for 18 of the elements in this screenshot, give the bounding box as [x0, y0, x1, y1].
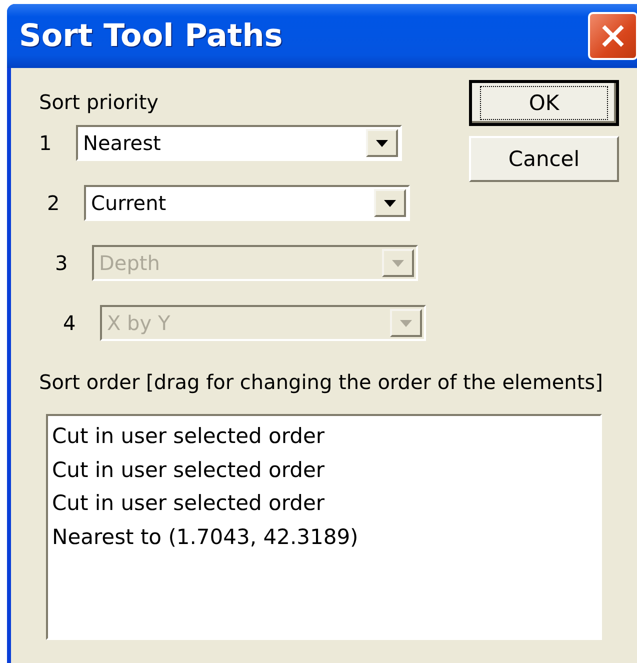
list-item[interactable]: Cut in user selected order: [52, 420, 600, 454]
priority-dropdown[interactable]: Current: [84, 185, 410, 221]
list-item[interactable]: Cut in user selected order: [52, 454, 600, 487]
dialog-button[interactable]: Cancel: [469, 136, 619, 182]
dialog-button[interactable]: OK: [469, 80, 619, 126]
window-title: Sort Tool Paths: [19, 18, 283, 54]
priority-number: 3: [55, 251, 69, 275]
priority-number: 1: [39, 131, 53, 155]
sort-priority-label: Sort priority: [39, 90, 160, 114]
close-button[interactable]: [588, 12, 637, 60]
close-icon: [602, 25, 624, 47]
list-item[interactable]: Cut in user selected order: [52, 487, 600, 520]
priority-dropdown[interactable]: Nearest: [76, 125, 402, 161]
priority-number: 2: [47, 191, 61, 215]
priority-number: 4: [63, 311, 77, 335]
list-item[interactable]: Nearest to (1.7043, 42.3189): [52, 520, 600, 554]
sort-order-list[interactable]: Cut in user selected order Cut in user selected order Cut in user selected order Nearest to (1.7043, 42.3189): [46, 414, 602, 640]
sort-order-label: Sort order [drag for changing the order of the elements]: [39, 370, 604, 394]
